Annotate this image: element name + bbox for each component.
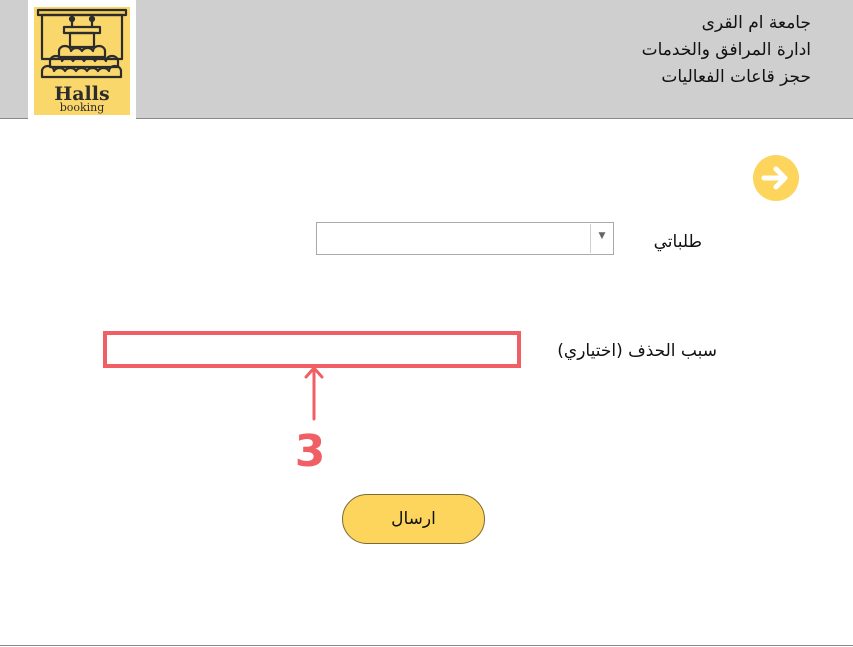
system-name: حجز قاعات الفعاليات [661,67,811,87]
delete-reason-input[interactable] [103,331,521,368]
department-name: ادارة المرافق والخدمات [641,40,811,60]
submit-button[interactable]: ارسال [342,494,485,544]
annotation-arrow-up-icon [304,366,324,421]
requests-select[interactable]: ▼ [316,222,614,255]
logo-badge: Halls booking [34,7,130,115]
arrow-circle-right-icon [753,155,799,201]
back-button[interactable] [753,155,799,201]
chevron-down-icon[interactable]: ▼ [590,224,613,253]
university-name: جامعة ام القرى [701,13,811,33]
lecture-hall-icon [36,8,128,79]
header-title-block: جامعة ام القرى ادارة المرافق والخدمات حج… [511,10,811,91]
delete-reason-label: سبب الحذف (اختياري) [557,341,717,361]
logo-subtitle: booking [59,101,105,114]
requests-label: طلباتي [653,232,702,252]
step-number: 3 [294,426,326,477]
logo: Halls booking [28,0,136,119]
header-bar: Halls booking جامعة ام القرى ادارة المرا… [0,0,853,119]
bottom-divider [0,645,853,646]
